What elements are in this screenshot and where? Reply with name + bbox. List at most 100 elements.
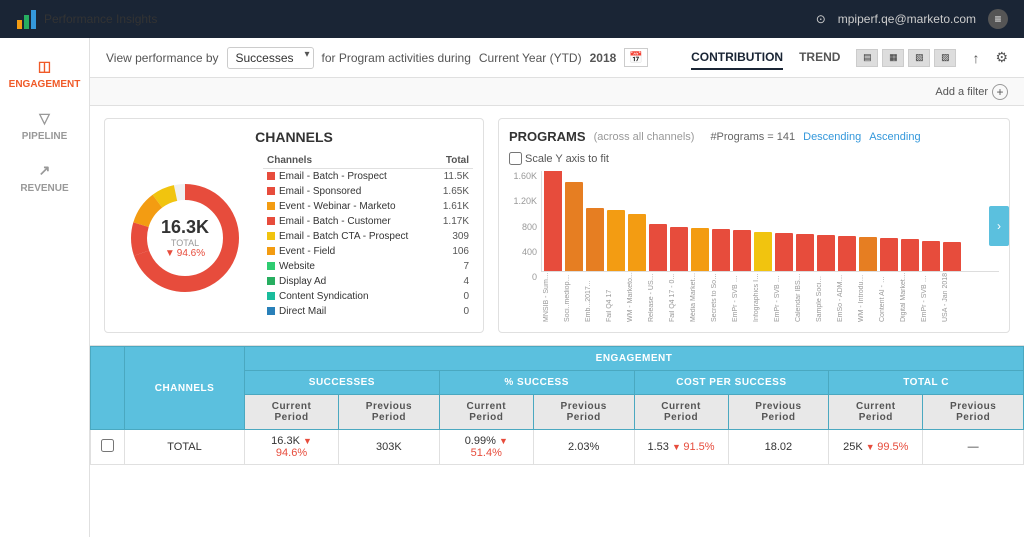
bar[interactable]: [733, 230, 751, 271]
bar-label: Secrets to SoMe...: [711, 272, 729, 322]
share-icon[interactable]: ↑: [972, 50, 979, 66]
app-body: ◫ ENGAGEMENT ▽ PIPELINE ↗ REVENUE View p…: [0, 38, 1024, 537]
bar-label: EmPr - SVB B2B...: [774, 272, 792, 322]
bar[interactable]: [775, 233, 793, 271]
period-label: Current Year (YTD): [479, 51, 582, 65]
toolbar-right: CONTRIBUTION TREND ▤ ▦ ▧ ▨ ↑ ⚙: [691, 46, 1008, 70]
settings-icon[interactable]: ⚙: [995, 49, 1008, 66]
bar-label: Infographics IBS...: [753, 272, 771, 322]
y-label-0: 0: [509, 272, 537, 282]
channel-row[interactable]: Event - Field106: [263, 244, 473, 259]
channels-title: CHANNELS: [115, 129, 473, 145]
ascending-btn[interactable]: Ascending: [869, 131, 920, 143]
channel-value: 7: [434, 259, 473, 274]
channel-row[interactable]: Email - Batch - Customer1.17K: [263, 214, 473, 229]
channels-inner: 16.3K TOTAL ▼ 94.6% Channe: [115, 153, 473, 322]
data-table: CHANNELS ENGAGEMENT SUCCESSES % SUCCESS …: [90, 346, 1024, 465]
down-arrow-icon: ▼: [165, 248, 175, 259]
scale-axis-label[interactable]: Scale Y axis to fit: [509, 152, 609, 165]
successes-select[interactable]: Successes: [227, 47, 314, 69]
th-pct-success: % SUCCESS: [439, 371, 634, 395]
p-current-arrow: ▼: [499, 436, 508, 446]
bar[interactable]: [859, 237, 877, 271]
th-c-current[interactable]: Current Period: [634, 395, 728, 430]
channel-name: Content Syndication: [263, 289, 434, 304]
bar[interactable]: [628, 214, 646, 271]
sidebar-item-revenue[interactable]: ↗ REVENUE: [0, 152, 89, 204]
channels-table-area: Channels Total Email - Batch - Prospect1…: [263, 153, 473, 322]
bar[interactable]: [607, 210, 625, 271]
th-p-previous: Previous Period: [533, 395, 634, 430]
bar[interactable]: [691, 228, 709, 271]
channel-row[interactable]: Email - Sponsored1.65K: [263, 184, 473, 199]
channel-row[interactable]: Email - Batch CTA - Prospect309: [263, 229, 473, 244]
programs-subtitle: (across all channels): [594, 131, 695, 143]
sidebar-item-pipeline[interactable]: ▽ PIPELINE: [0, 100, 89, 152]
descending-btn[interactable]: Descending: [803, 131, 861, 143]
channel-row[interactable]: Event - Webinar - Marketo1.61K: [263, 199, 473, 214]
header: Performance Insights ⊙ mpiperf.qe@market…: [0, 0, 1024, 38]
bar[interactable]: [544, 171, 562, 271]
programs-count: #Programs = 141: [710, 131, 795, 143]
s-current-arrow: ▼: [303, 436, 312, 446]
bar[interactable]: [565, 182, 583, 271]
bar-label: Fail Q4 17 - 0...: [669, 272, 687, 322]
bar[interactable]: [649, 224, 667, 271]
sidebar: ◫ ENGAGEMENT ▽ PIPELINE ↗ REVENUE: [0, 38, 90, 537]
bar[interactable]: [796, 234, 814, 271]
view-icon-2[interactable]: ▦: [882, 49, 904, 67]
header-left: Performance Insights: [16, 8, 157, 30]
channels-table: Channels Total Email - Batch - Prospect1…: [263, 153, 473, 319]
scale-axis-text: Scale Y axis to fit: [525, 153, 609, 165]
bar[interactable]: [943, 242, 961, 271]
c-current-change: 91.5%: [683, 441, 714, 453]
bar[interactable]: [880, 238, 898, 271]
channel-row[interactable]: Direct Mail0: [263, 304, 473, 319]
view-icon-4[interactable]: ▨: [934, 49, 956, 67]
bar[interactable]: [712, 229, 730, 271]
add-filter-btn[interactable]: Add a filter +: [935, 84, 1008, 100]
scale-axis-checkbox[interactable]: [509, 152, 522, 165]
tab-contribution[interactable]: CONTRIBUTION: [691, 46, 783, 70]
bar-label: MNSIB - Summ...: [543, 272, 561, 322]
s-current-val: 16.3K ▼ 94.6%: [245, 430, 339, 465]
c-current-val: 1.53 ▼ 91.5%: [634, 430, 728, 465]
bar[interactable]: [817, 235, 835, 271]
th-s-previous: Previous Period: [339, 395, 440, 430]
th-cost-per-success: COST PER SUCCESS: [634, 371, 829, 395]
successes-select-wrapper[interactable]: Successes: [227, 47, 314, 69]
tab-trend[interactable]: TREND: [799, 46, 840, 70]
th-t-current[interactable]: Current Period: [829, 395, 923, 430]
t-previous-val: —: [923, 430, 1024, 465]
donut-label: TOTAL: [161, 238, 209, 248]
view-icon-3[interactable]: ▧: [908, 49, 930, 67]
chart-container: 1.60K 1.20K 800 400 0 MNSIB - Summ...Soc…: [509, 171, 999, 322]
bar[interactable]: [922, 241, 940, 271]
channel-row[interactable]: Content Syndication0: [263, 289, 473, 304]
p-current-change: 51.4%: [471, 447, 502, 459]
s-current-change: 94.6%: [276, 447, 307, 459]
view-icon-1[interactable]: ▤: [856, 49, 878, 67]
bar[interactable]: [754, 232, 772, 271]
channel-row[interactable]: Email - Batch - Prospect11.5K: [263, 169, 473, 185]
row-checkbox[interactable]: [101, 439, 114, 452]
channel-row[interactable]: Website7: [263, 259, 473, 274]
bar[interactable]: [838, 236, 856, 271]
bar[interactable]: [670, 227, 688, 271]
th-p-current[interactable]: Current Period: [439, 395, 533, 430]
bar[interactable]: [586, 208, 604, 271]
bar[interactable]: [901, 239, 919, 271]
th-s-current[interactable]: Current Period: [245, 395, 339, 430]
bar-label: Content AI - USA...: [879, 272, 897, 322]
sidebar-item-engagement[interactable]: ◫ ENGAGEMENT: [0, 48, 89, 100]
header-right: ⊙ mpiperf.qe@marketo.com ≡: [816, 9, 1008, 29]
th-checkbox: [91, 347, 125, 430]
channel-row[interactable]: Display Ad4: [263, 274, 473, 289]
chart-next-btn[interactable]: ›: [989, 206, 1009, 246]
row-checkbox-cell[interactable]: [91, 430, 125, 465]
calendar-icon[interactable]: 📅: [624, 48, 648, 67]
add-filter-circle[interactable]: +: [992, 84, 1008, 100]
app-title: Performance Insights: [44, 12, 157, 26]
menu-icon[interactable]: ≡: [988, 9, 1008, 29]
table-area: CHANNELS ENGAGEMENT SUCCESSES % SUCCESS …: [90, 346, 1024, 537]
